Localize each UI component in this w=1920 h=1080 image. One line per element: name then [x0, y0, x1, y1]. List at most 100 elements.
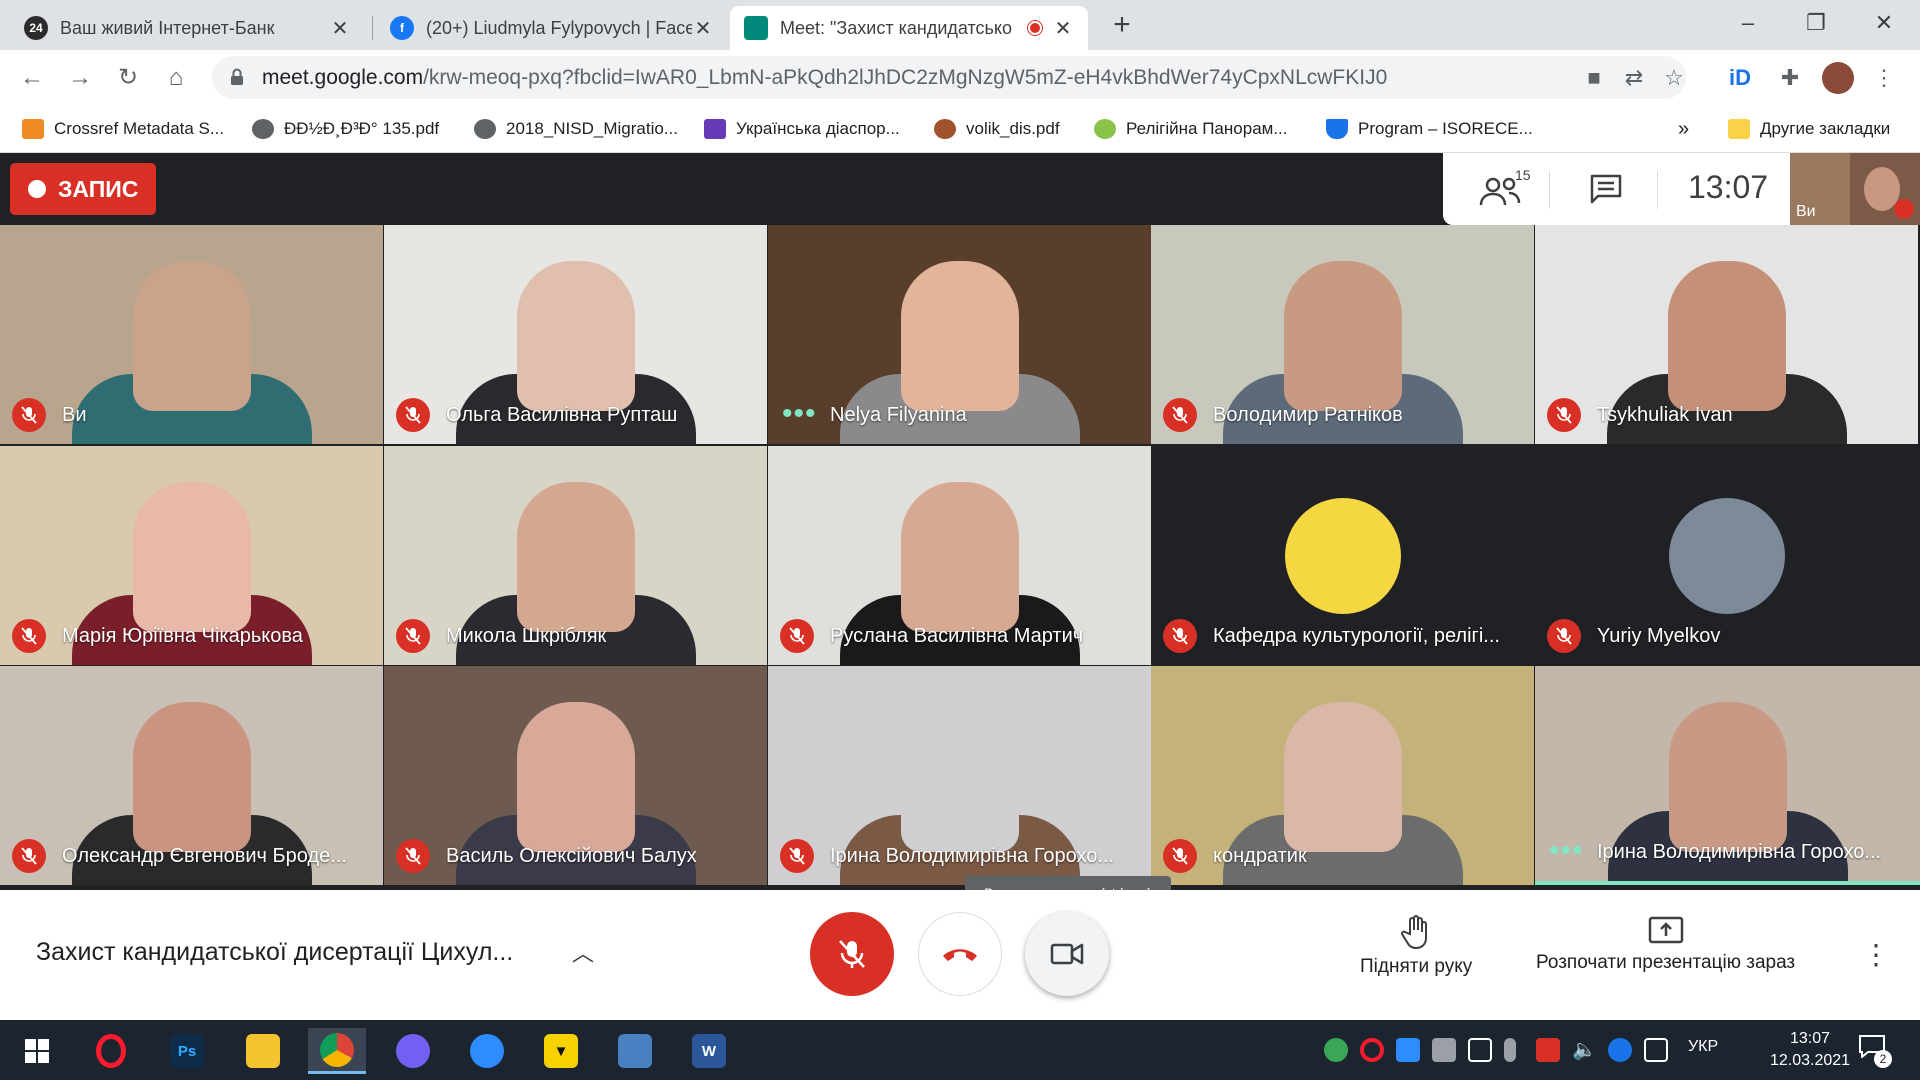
participant-name: Кафедра культурології, релігі... — [1213, 625, 1500, 647]
bookmark-volik[interactable]: volik_dis.pdf — [934, 115, 1060, 143]
audio-level-icon: ••• — [782, 397, 817, 430]
bookmark-isorece[interactable]: Program – ISORECE... — [1326, 115, 1533, 143]
input-language[interactable]: УКР — [1688, 1038, 1718, 1056]
taskbar-zoom[interactable] — [458, 1028, 516, 1074]
profile-avatar-icon[interactable] — [1822, 62, 1854, 94]
privat24-icon: 24 — [24, 16, 48, 40]
restore-button[interactable]: ❐ — [1788, 6, 1844, 40]
leave-call-button[interactable] — [918, 912, 1002, 996]
participant-tile[interactable]: Tsykhuliak Ivan — [1535, 225, 1918, 444]
bookmark-crossref[interactable]: Crossref Metadata S... — [22, 115, 224, 143]
profile-avatar — [1668, 498, 1785, 614]
participant-tile[interactable]: Кафедра культурології, релігі... — [1151, 446, 1534, 665]
self-preview-label: Ви — [1796, 203, 1816, 220]
tray-check-icon[interactable] — [1324, 1038, 1348, 1062]
close-tab-icon[interactable]: ✕ — [329, 16, 351, 41]
meeting-title[interactable]: Захист кандидатської дисертації Цихул... — [36, 938, 513, 967]
participant-tile[interactable]: Руслана Василівна Мартич — [768, 446, 1151, 665]
participant-tile[interactable]: Ви — [0, 225, 383, 444]
tray-display-icon[interactable] — [1468, 1038, 1492, 1062]
extensions-puzzle-icon[interactable]: ✚ — [1774, 62, 1806, 94]
bookmark-pdf-135[interactable]: ÐÐ½Ð¸Ð³Ð° 135.pdf — [252, 115, 439, 143]
participant-face — [900, 261, 1019, 411]
browser-menu-icon[interactable]: ⋮ — [1868, 62, 1900, 94]
participant-tile[interactable]: ••• Ірина Володимирівна Горохо... — [1535, 666, 1920, 885]
bookmark-label: volik_dis.pdf — [966, 119, 1060, 138]
participant-name: Микола Шкрібляк — [446, 625, 607, 647]
mic-off-icon — [1163, 398, 1197, 432]
bookmark-star-icon[interactable]: ☆ — [1658, 62, 1690, 94]
volume-icon[interactable]: 🔈 — [1572, 1038, 1597, 1062]
close-tab-icon[interactable]: ✕ — [1052, 16, 1074, 41]
tray-mic-icon[interactable] — [1504, 1038, 1516, 1062]
bookmark-panorama[interactable]: Релігійна Панорам... — [1094, 115, 1288, 143]
id-extension-icon[interactable]: iD — [1724, 62, 1756, 94]
taskbar-viber[interactable] — [384, 1028, 442, 1074]
new-tab-button[interactable]: + — [1106, 10, 1138, 42]
bookmarks-overflow-button[interactable]: » — [1678, 115, 1689, 143]
bookmark-label: ÐÐ½Ð¸Ð³Ð° 135.pdf — [284, 119, 440, 138]
translate-icon[interactable]: ⇄ — [1618, 62, 1650, 94]
participant-tile[interactable]: Василь Олексійович Балух — [384, 666, 767, 885]
mic-off-icon — [396, 839, 430, 873]
bookmark-nisd[interactable]: 2018_NISD_Migratio... — [474, 115, 678, 143]
address-bar[interactable]: meet.google.com/krw-meoq-pxq?fbclid=IwAR… — [212, 56, 1686, 99]
participant-tile[interactable]: кондратик — [1151, 666, 1534, 885]
lock-icon[interactable] — [230, 68, 244, 86]
close-window-button[interactable]: ✕ — [1856, 6, 1912, 40]
chat-icon[interactable] — [1589, 173, 1623, 205]
bookmark-label: Crossref Metadata S... — [54, 119, 225, 138]
bookmarks-bar: Crossref Metadata S... ÐÐ½Ð¸Ð³Ð° 135.pdf… — [0, 105, 1920, 153]
start-button[interactable] — [8, 1028, 66, 1074]
tab-google-meet[interactable]: Meet: "Захист кандидатсько ✕ — [730, 6, 1088, 50]
participant-tile[interactable]: Ольга Василівна Рупташ — [384, 225, 767, 444]
camera-blocked-icon[interactable]: ■ — [1578, 62, 1610, 94]
taskbar-file-explorer[interactable] — [234, 1028, 292, 1074]
reload-button[interactable]: ↻ — [110, 60, 146, 96]
close-tab-icon[interactable]: ✕ — [692, 16, 714, 41]
home-button[interactable]: ⌂ — [158, 60, 194, 96]
taskbar-opera[interactable] — [82, 1028, 140, 1074]
tray-network-icon[interactable] — [1432, 1038, 1456, 1062]
participant-tile[interactable]: Микола Шкрібляк — [384, 446, 767, 665]
taskbar-batman-app[interactable]: ▼ — [532, 1028, 590, 1074]
chevron-up-icon[interactable]: ︿ — [568, 936, 598, 966]
back-button[interactable]: ← — [14, 60, 50, 96]
present-now-button[interactable]: Розпочати презентацію зараз — [1536, 914, 1795, 974]
bookmark-label: 2018_NISD_Migratio... — [506, 119, 678, 138]
tray-sync-icon[interactable] — [1608, 1038, 1632, 1062]
tray-shield-icon[interactable] — [1536, 1038, 1560, 1062]
mic-off-icon — [1163, 839, 1197, 873]
tray-opera-icon[interactable] — [1360, 1038, 1384, 1062]
tab-title: Ваш живий Інтернет-Банк — [60, 17, 275, 38]
self-preview[interactable]: Ви — [1790, 153, 1920, 225]
tray-monitor-icon[interactable] — [1644, 1038, 1668, 1062]
participant-tile[interactable]: Yuriy Myelkov — [1535, 446, 1918, 665]
participant-tile[interactable]: ••• Nelya Filyanina — [768, 225, 1151, 444]
participant-face — [900, 702, 1019, 852]
mic-toggle-button[interactable] — [810, 912, 894, 996]
camera-toggle-button[interactable] — [1025, 912, 1109, 996]
taskbar-remote-desktop[interactable] — [606, 1028, 664, 1074]
bookmark-diaspora[interactable]: Українська діаспор... — [704, 115, 900, 143]
tray-zoom-icon[interactable] — [1396, 1038, 1420, 1062]
more-options-icon[interactable]: ⋮ — [1862, 940, 1890, 976]
other-bookmarks[interactable]: Другие закладки — [1728, 115, 1890, 143]
minimize-button[interactable]: – — [1720, 6, 1776, 40]
taskbar-clock[interactable]: 13:07 12.03.2021 — [1760, 1028, 1860, 1072]
taskbar-photoshop[interactable]: Ps — [158, 1028, 216, 1074]
tab-title: (20+) Liudmyla Fylypovych | Face — [426, 17, 692, 38]
participant-tile[interactable]: Ірина Володимирівна Горохо... — [768, 666, 1151, 885]
raise-hand-button[interactable]: Підняти руку — [1360, 914, 1472, 978]
tab-privat24[interactable]: 24 Ваш живий Інтернет-Банк ✕ — [10, 6, 365, 50]
tab-facebook[interactable]: f (20+) Liudmyla Fylypovych | Face ✕ — [376, 6, 728, 50]
taskbar-chrome[interactable] — [308, 1028, 366, 1074]
participant-tile[interactable]: Марія Юріївна Чікарькова — [0, 446, 383, 665]
bookmark-label: Релігійна Панорам... — [1126, 119, 1288, 138]
participant-tile[interactable]: Володимир Ратніков — [1151, 225, 1534, 444]
taskbar-word[interactable]: W — [680, 1028, 738, 1074]
notification-center-button[interactable]: 2 — [1858, 1034, 1892, 1068]
forward-button[interactable]: → — [62, 60, 98, 96]
participant-tile[interactable]: Олександр Євгенович Броде... — [0, 666, 383, 885]
zoom-icon — [470, 1034, 504, 1068]
